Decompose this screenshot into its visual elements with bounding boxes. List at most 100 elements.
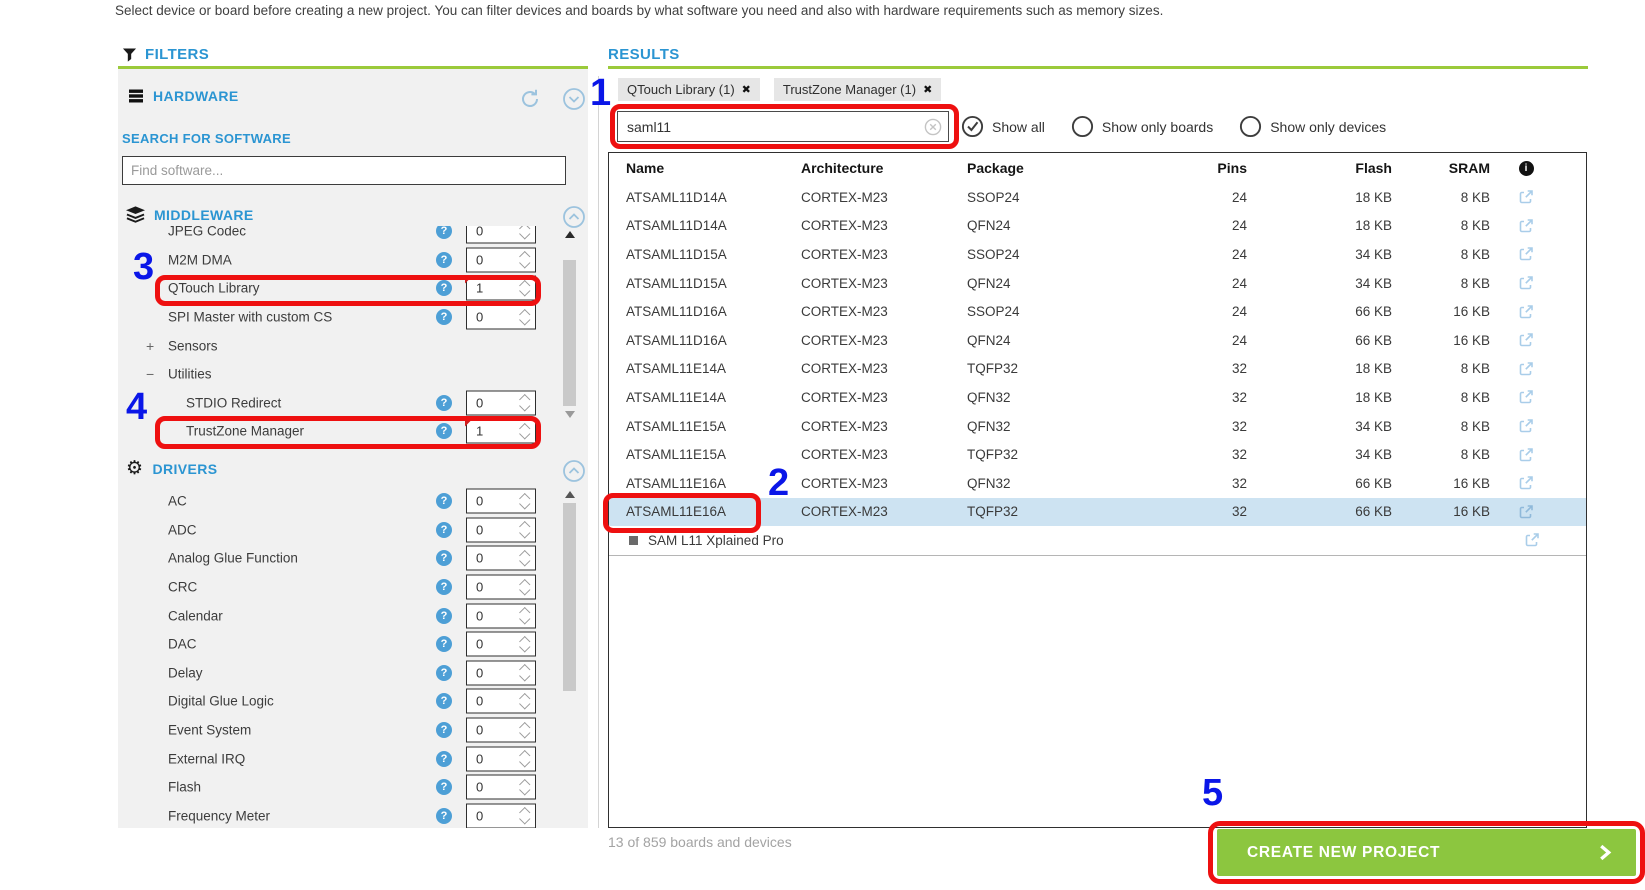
spinner-down-icon[interactable] xyxy=(519,401,530,412)
spinner-arrows[interactable] xyxy=(521,694,529,708)
help-icon[interactable]: ? xyxy=(436,808,452,824)
table-row[interactable]: ATSAML11E16ACORTEX-M23QFN323266 KB16 KB xyxy=(609,469,1586,498)
spinner-down-icon[interactable] xyxy=(519,642,530,653)
table-row[interactable]: ATSAML11D15ACORTEX-M23QFN242434 KB8 KB xyxy=(609,269,1586,298)
spinner-arrows[interactable] xyxy=(521,609,529,623)
spinner-down-icon[interactable] xyxy=(519,614,530,625)
spinner-arrows[interactable] xyxy=(521,253,529,267)
external-link-icon[interactable] xyxy=(1518,246,1534,262)
spinner-down-icon[interactable] xyxy=(519,585,530,596)
drivers-scrollbar-thumb[interactable] xyxy=(563,503,576,691)
driver-item-ac[interactable]: AC?0 xyxy=(118,487,554,516)
spinner-arrows[interactable] xyxy=(521,226,529,238)
spinner-arrows[interactable] xyxy=(521,723,529,737)
table-row[interactable]: ATSAML11E14ACORTEX-M23QFN323218 KB8 KB xyxy=(609,383,1586,412)
driver-item-delay[interactable]: Delay?0 xyxy=(118,659,554,688)
driver-item-analog-glue-function[interactable]: Analog Glue Function?0 xyxy=(118,544,554,573)
help-icon[interactable]: ? xyxy=(436,280,452,296)
radio-checked-icon[interactable] xyxy=(961,115,984,138)
spinner-down-icon[interactable] xyxy=(519,814,530,825)
count-spinner[interactable]: 0 xyxy=(466,575,536,600)
spinner-down-icon[interactable] xyxy=(519,315,530,326)
count-spinner[interactable]: 0 xyxy=(466,226,536,244)
device-search-input[interactable] xyxy=(617,111,949,142)
create-new-project-button[interactable]: CREATE NEW PROJECT xyxy=(1217,829,1636,876)
driver-item-adc[interactable]: ADC?0 xyxy=(118,516,554,545)
driver-item-flash[interactable]: Flash?0 xyxy=(118,773,554,802)
filter-chip-trustzone-manager-1[interactable]: TrustZone Manager (1)✖ xyxy=(774,78,941,101)
filter-chip-qtouch-library-1[interactable]: QTouch Library (1)✖ xyxy=(618,78,760,101)
spinner-down-icon[interactable] xyxy=(519,429,530,440)
external-link-icon[interactable] xyxy=(1518,332,1534,348)
refresh-icon[interactable] xyxy=(518,87,542,111)
spinner-down-icon[interactable] xyxy=(519,499,530,510)
count-spinner[interactable]: 0 xyxy=(466,775,536,800)
help-icon[interactable]: ? xyxy=(436,309,452,325)
middleware-scroll-up-icon[interactable] xyxy=(565,231,575,238)
driver-item-dac[interactable]: DAC?0 xyxy=(118,630,554,659)
column-header-sram[interactable]: SRAM xyxy=(1392,160,1490,176)
help-icon[interactable]: ? xyxy=(436,423,452,439)
spinner-arrows[interactable] xyxy=(521,637,529,651)
table-row[interactable]: ATSAML11D14ACORTEX-M23SSOP242418 KB8 KB xyxy=(609,183,1586,212)
column-header-package[interactable]: Package xyxy=(967,160,1117,176)
help-icon[interactable]: ? xyxy=(436,579,452,595)
info-icon[interactable]: i xyxy=(1519,161,1534,176)
spinner-arrows[interactable] xyxy=(521,809,529,823)
driver-item-calendar[interactable]: Calendar?0 xyxy=(118,601,554,630)
middleware-scroll-down-icon[interactable] xyxy=(565,411,575,418)
spinner-arrows[interactable] xyxy=(521,424,529,438)
radio-unchecked-icon[interactable] xyxy=(1239,115,1262,138)
clear-search-icon[interactable] xyxy=(924,118,942,136)
group-toggle-icon[interactable]: + xyxy=(146,338,154,354)
find-software-input[interactable] xyxy=(122,156,566,185)
column-header-architecture[interactable]: Architecture xyxy=(801,160,967,176)
driver-item-frequency-meter[interactable]: Frequency Meter?0 xyxy=(118,802,554,828)
table-row[interactable]: ATSAML11E14ACORTEX-M23TQFP323218 KB8 KB xyxy=(609,355,1586,384)
help-icon[interactable]: ? xyxy=(436,226,452,239)
spinner-arrows[interactable] xyxy=(521,523,529,537)
remove-filter-icon[interactable]: ✖ xyxy=(742,83,751,96)
help-icon[interactable]: ? xyxy=(436,493,452,509)
external-link-icon[interactable] xyxy=(1518,304,1534,320)
table-row[interactable]: ATSAML11D14ACORTEX-M23QFN242418 KB8 KB xyxy=(609,212,1586,241)
count-spinner[interactable]: 0 xyxy=(466,390,536,415)
middleware-item-qtouch-library[interactable]: QTouch Library?1 xyxy=(118,274,554,303)
external-link-icon[interactable] xyxy=(1518,189,1534,205)
radio-show-all[interactable]: Show all xyxy=(961,115,1045,138)
spinner-arrows[interactable] xyxy=(521,666,529,680)
count-spinner[interactable]: 0 xyxy=(466,718,536,743)
board-row[interactable]: SAM L11 Xplained Pro xyxy=(609,526,1586,556)
middleware-item-m2m-dma[interactable]: M2M DMA?0 xyxy=(118,246,554,275)
middleware-item-spi-master-with-custom-cs[interactable]: SPI Master with custom CS?0 xyxy=(118,303,554,332)
count-spinner[interactable]: 0 xyxy=(466,603,536,628)
spinner-down-icon[interactable] xyxy=(519,699,530,710)
middleware-item-jpeg-codec[interactable]: JPEG Codec?0 xyxy=(118,226,554,246)
external-link-icon[interactable] xyxy=(1518,475,1534,491)
radio-show-only-devices[interactable]: Show only devices xyxy=(1239,115,1386,138)
spinner-down-icon[interactable] xyxy=(519,286,530,297)
drivers-collapse-chevron-up-icon[interactable] xyxy=(562,459,586,483)
spinner-down-icon[interactable] xyxy=(519,556,530,567)
count-spinner[interactable]: 1 xyxy=(466,276,536,301)
spinner-down-icon[interactable] xyxy=(519,258,530,269)
spinner-down-icon[interactable] xyxy=(519,757,530,768)
count-spinner[interactable]: 0 xyxy=(466,247,536,272)
help-icon[interactable]: ? xyxy=(436,779,452,795)
external-link-icon[interactable] xyxy=(1518,447,1534,463)
middleware-collapse-chevron-up-icon[interactable] xyxy=(562,205,586,229)
external-link-icon[interactable] xyxy=(1524,532,1540,548)
spinner-down-icon[interactable] xyxy=(519,785,530,796)
help-icon[interactable]: ? xyxy=(436,550,452,566)
radio-unchecked-icon[interactable] xyxy=(1071,115,1094,138)
spinner-arrows[interactable] xyxy=(521,780,529,794)
count-spinner[interactable]: 0 xyxy=(466,746,536,771)
middleware-item-stdio-redirect[interactable]: STDIO Redirect?0 xyxy=(118,389,554,418)
spinner-arrows[interactable] xyxy=(521,494,529,508)
table-row[interactable]: ATSAML11D16ACORTEX-M23QFN242466 KB16 KB xyxy=(609,326,1586,355)
table-row[interactable]: ATSAML11D15ACORTEX-M23SSOP242434 KB8 KB xyxy=(609,240,1586,269)
spinner-down-icon[interactable] xyxy=(519,229,530,240)
count-spinner[interactable]: 0 xyxy=(466,305,536,330)
column-header-flash[interactable]: Flash xyxy=(1247,160,1392,176)
external-link-icon[interactable] xyxy=(1518,275,1534,291)
